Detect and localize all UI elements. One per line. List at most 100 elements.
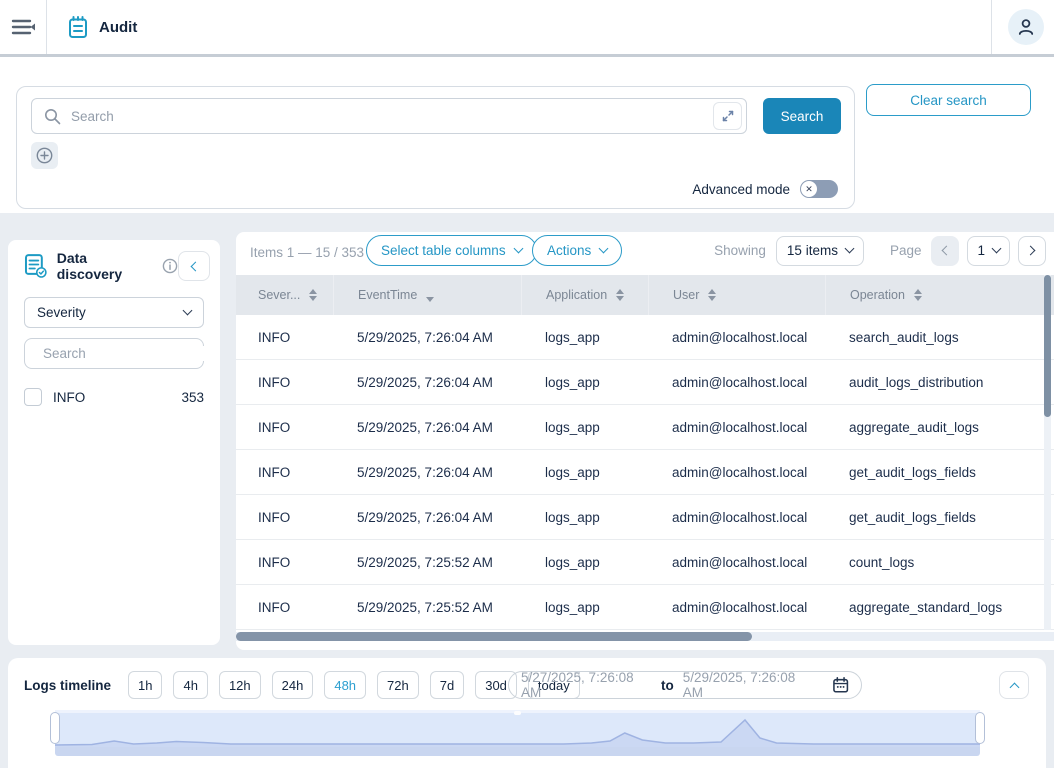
column-header-severity[interactable]: Sever... <box>236 275 333 315</box>
horizontal-scrollbar-thumb[interactable] <box>236 632 752 641</box>
range-button-7d[interactable]: 7d <box>430 671 464 699</box>
chevron-left-icon <box>191 261 201 271</box>
data-discovery-header: Data discovery <box>8 240 220 282</box>
column-header-user[interactable]: User <box>648 275 825 315</box>
column-header-operation[interactable]: Operation <box>825 275 1054 315</box>
column-label: EventTime <box>358 288 417 302</box>
cell-application: logs_app <box>521 450 648 494</box>
vertical-scrollbar-thumb[interactable] <box>1044 275 1051 417</box>
results-table-panel: Items 1 — 15 / 353 Select table columns … <box>236 232 1054 650</box>
cell-eventtime: 5/29/2025, 7:26:04 AM <box>333 495 521 539</box>
range-button-72h[interactable]: 72h <box>377 671 419 699</box>
column-header-eventtime[interactable]: EventTime <box>333 275 521 315</box>
timeline-brush-area[interactable] <box>55 710 980 747</box>
page-number-dropdown[interactable]: 1 <box>967 236 1010 266</box>
brush-handle-left[interactable] <box>50 712 60 744</box>
table-row[interactable]: INFO 5/29/2025, 7:26:04 AM logs_app admi… <box>236 405 1054 450</box>
cell-user: admin@localhost.local <box>648 315 825 359</box>
user-icon <box>1016 17 1036 37</box>
header-divider-right <box>991 0 992 54</box>
sidebar-collapse-button[interactable] <box>0 0 46 54</box>
search-button[interactable]: Search <box>763 98 841 134</box>
facet-label: INFO <box>53 390 181 405</box>
table-row[interactable]: INFO 5/29/2025, 7:26:04 AM logs_app admi… <box>236 450 1054 495</box>
search-input[interactable] <box>71 109 746 124</box>
cell-application: logs_app <box>521 315 648 359</box>
previous-page-button[interactable] <box>931 236 959 266</box>
table-row[interactable]: INFO 5/29/2025, 7:26:04 AM logs_app admi… <box>236 495 1054 540</box>
clear-search-button[interactable]: Clear search <box>866 84 1031 116</box>
collapse-timeline-button[interactable] <box>999 671 1029 699</box>
table-row[interactable]: INFO 5/29/2025, 7:26:04 AM logs_app admi… <box>236 315 1054 360</box>
cell-severity: INFO <box>236 315 333 359</box>
timeline-axis-strip <box>55 747 980 756</box>
cell-eventtime: 5/29/2025, 7:26:04 AM <box>333 315 521 359</box>
advanced-mode-toggle[interactable]: ✕ <box>800 180 838 198</box>
table-header-row: Sever... EventTime Application User Oper… <box>236 275 1054 315</box>
page-label: Page <box>890 243 922 258</box>
actions-label: Actions <box>547 243 591 258</box>
page-size-dropdown[interactable]: 15 items <box>776 236 864 266</box>
cell-user: admin@localhost.local <box>648 360 825 404</box>
menu-collapse-icon <box>10 16 36 38</box>
sort-icon <box>914 289 922 301</box>
brush-center-grip[interactable] <box>514 711 521 715</box>
sort-icon <box>708 289 716 301</box>
facet-checkbox[interactable] <box>24 388 42 406</box>
page-size-value: 15 items <box>787 243 838 258</box>
cell-severity: INFO <box>236 585 333 629</box>
select-columns-button[interactable]: Select table columns <box>366 235 537 266</box>
range-button-24h[interactable]: 24h <box>272 671 314 699</box>
chevron-down-icon <box>992 244 1002 254</box>
collapse-panel-button[interactable] <box>178 251 210 281</box>
cell-severity: INFO <box>236 495 333 539</box>
table-row[interactable]: INFO 5/29/2025, 7:25:52 AM logs_app admi… <box>236 540 1054 585</box>
range-button-1h[interactable]: 1h <box>128 671 162 699</box>
sort-desc-icon <box>426 297 434 302</box>
field-selector-dropdown[interactable]: Severity <box>24 297 204 328</box>
toggle-off-knob: ✕ <box>801 181 817 197</box>
cell-user: admin@localhost.local <box>648 450 825 494</box>
expand-query-button[interactable] <box>713 102 742 130</box>
user-avatar[interactable] <box>1008 9 1044 45</box>
date-range-picker[interactable]: 5/27/2025, 7:26:08 AM to 5/29/2025, 7:26… <box>508 671 862 699</box>
range-button-4h[interactable]: 4h <box>173 671 207 699</box>
header-divider-left <box>46 0 47 54</box>
cell-severity: INFO <box>236 360 333 404</box>
cell-user: admin@localhost.local <box>648 540 825 584</box>
page-title-group: Audit <box>67 15 137 40</box>
expand-icon <box>721 109 735 123</box>
table-toolbar: Items 1 — 15 / 353 Select table columns … <box>236 232 1054 275</box>
chevron-left-icon <box>942 246 952 256</box>
cell-eventtime: 5/29/2025, 7:26:04 AM <box>333 450 521 494</box>
next-page-button[interactable] <box>1018 236 1046 266</box>
facet-row-info: INFO 353 <box>24 388 204 406</box>
table-row[interactable]: INFO 5/29/2025, 7:25:52 AM logs_app admi… <box>236 585 1054 630</box>
brush-handle-right[interactable] <box>975 712 985 744</box>
cell-operation: get_audit_logs_fields <box>825 450 1054 494</box>
search-icon <box>44 108 61 125</box>
cell-severity: INFO <box>236 450 333 494</box>
column-label: Application <box>546 288 607 302</box>
cell-operation: audit_logs_distribution <box>825 360 1054 404</box>
facet-search-input[interactable] <box>43 346 220 361</box>
chevron-down-icon <box>183 306 193 316</box>
cell-application: logs_app <box>521 405 648 449</box>
chevron-down-icon <box>513 244 523 254</box>
date-from-value: 5/27/2025, 7:26:08 AM <box>521 670 652 700</box>
range-button-48h[interactable]: 48h <box>324 671 366 699</box>
info-icon[interactable] <box>162 258 178 274</box>
actions-button[interactable]: Actions <box>532 235 622 266</box>
table-row[interactable]: INFO 5/29/2025, 7:26:04 AM logs_app admi… <box>236 360 1054 405</box>
page-title: Audit <box>99 19 137 36</box>
cell-application: logs_app <box>521 360 648 404</box>
add-query-row-button[interactable] <box>31 142 58 169</box>
data-discovery-icon <box>24 253 48 279</box>
column-header-application[interactable]: Application <box>521 275 648 315</box>
cell-operation: aggregate_standard_logs <box>825 585 1054 629</box>
table-body: INFO 5/29/2025, 7:26:04 AM logs_app admi… <box>236 315 1054 630</box>
range-button-12h[interactable]: 12h <box>219 671 261 699</box>
date-to-label: to <box>661 678 674 693</box>
cell-application: logs_app <box>521 585 648 629</box>
cell-eventtime: 5/29/2025, 7:25:52 AM <box>333 540 521 584</box>
